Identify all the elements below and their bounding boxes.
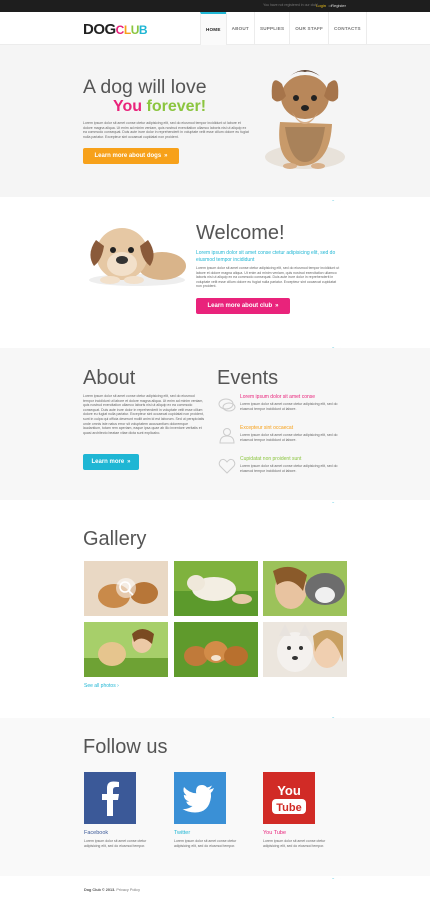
facebook-link[interactable]: Facebook xyxy=(84,830,108,836)
event-text-1: Lorem ipsum dolor sit amet conse ctetur … xyxy=(240,402,338,411)
welcome-heading: Welcome! xyxy=(196,222,285,244)
user-icon xyxy=(219,428,235,444)
register-note: You have not registered in our club! xyxy=(263,3,318,7)
logo-letter-c: C xyxy=(115,23,125,37)
chevron-right-icon: › xyxy=(117,683,119,689)
learn-more-club-label: Learn more about club xyxy=(207,303,273,309)
double-chevron-right-icon: » xyxy=(164,153,168,159)
top-bar: You have not registered in our club! Log… xyxy=(0,0,430,12)
youtube-link[interactable]: You Tube xyxy=(263,830,286,836)
learn-more-club-button[interactable]: Learn more about club » xyxy=(196,298,290,314)
youtube-text: Lorem ipsum dolor sit amet conse ctetur … xyxy=(263,839,326,848)
bulldog-puppy-image xyxy=(89,228,186,286)
youtube-icon[interactable]: You Tube xyxy=(263,772,315,824)
facebook-text: Lorem ipsum dolor sit amet conse ctetur … xyxy=(84,839,147,848)
gallery-photo-5[interactable] xyxy=(174,622,258,677)
gallery-photo-3[interactable] xyxy=(263,561,347,616)
learn-more-dogs-button[interactable]: Learn more about dogs » xyxy=(83,148,179,164)
event-title-3[interactable]: Cupidatat non proident sunt xyxy=(240,456,301,462)
hero-you: You xyxy=(113,98,143,115)
event-text-3: Lorem ipsum dolor sit amet conse ctetur … xyxy=(240,464,338,473)
logo[interactable]: DOGCLUB xyxy=(83,21,148,38)
twitter-link[interactable]: Twitter xyxy=(174,830,190,836)
about-text: Lorem ipsum dolor sit amet conse ctetur … xyxy=(83,394,205,435)
events-heading: Events xyxy=(217,367,279,389)
gallery-heading: Gallery xyxy=(83,528,147,550)
facebook-icon[interactable] xyxy=(84,772,136,824)
logo-letter-u: U xyxy=(130,23,140,37)
event-title-1[interactable]: Lorem ipsum dolor sit amet conse xyxy=(240,394,315,400)
footer-copyright-text: Dog Club © 2013. xyxy=(84,888,116,892)
see-all-photos-link[interactable]: See all photos › xyxy=(84,683,119,689)
event-title-2[interactable]: Excepteur sint occaecat xyxy=(240,425,293,431)
double-chevron-right-icon: » xyxy=(127,459,131,465)
site-footer xyxy=(0,879,430,908)
twitter-text: Lorem ipsum dolor sit amet conse ctetur … xyxy=(174,839,237,848)
nav-our-staff[interactable]: OUR STAFF xyxy=(289,12,328,45)
learn-more-dogs-label: Learn more about dogs xyxy=(94,153,162,159)
hero-forever: forever! xyxy=(146,98,207,115)
follow-heading: Follow us xyxy=(83,736,168,758)
site-header: DOGCLUB HOME ABOUT SUPPLIES OUR STAFF CO… xyxy=(0,12,430,45)
gallery-photo-1[interactable] xyxy=(84,561,168,616)
logo-letter-l: L xyxy=(123,23,131,37)
gallery-photo-6[interactable] xyxy=(263,622,347,677)
hero-subtitle: You forever! xyxy=(113,97,206,117)
about-events-section xyxy=(0,348,430,500)
double-chevron-right-icon: » xyxy=(275,303,279,309)
hero-text: Lorem ipsum dolor sit amet conse ctetur … xyxy=(83,121,249,139)
welcome-lead: Lorem ipsum dolor sit amet conse ctetur … xyxy=(196,250,336,263)
main-nav: HOME ABOUT SUPPLIES OUR STAFF CONTACTS xyxy=(200,12,367,45)
about-heading: About xyxy=(83,367,136,389)
event-text-2: Lorem ipsum dolor sit amet conse ctetur … xyxy=(240,433,338,442)
chat-icon xyxy=(218,398,236,412)
hero-title: A dog will love xyxy=(83,76,207,98)
logo-letter-b: B xyxy=(138,23,148,37)
nav-about[interactable]: ABOUT xyxy=(225,12,254,45)
see-all-photos-label: See all photos xyxy=(84,683,116,689)
logo-dog: DOG xyxy=(83,21,116,38)
privacy-policy-link[interactable]: Privacy Policy xyxy=(116,888,140,892)
welcome-text: Lorem ipsum dolor sit amet conse ctetur … xyxy=(196,266,340,289)
nav-contacts[interactable]: CONTACTS xyxy=(328,12,367,45)
nav-home[interactable]: HOME xyxy=(200,12,226,45)
yorkie-dog-image xyxy=(265,70,345,169)
gallery-photo-2[interactable] xyxy=(174,561,258,616)
svg-text:Tube: Tube xyxy=(276,802,301,814)
learn-more-label: Learn more xyxy=(91,459,125,465)
nav-supplies[interactable]: SUPPLIES xyxy=(253,12,289,45)
heart-icon xyxy=(218,458,236,474)
twitter-icon[interactable] xyxy=(174,772,226,824)
footer-copyright: Dog Club © 2013. Privacy Policy xyxy=(84,888,140,892)
svg-text:You: You xyxy=(277,783,301,798)
learn-more-button[interactable]: Learn more » xyxy=(83,454,139,470)
gallery-photo-4[interactable] xyxy=(84,622,168,677)
register-link[interactable]: Register xyxy=(331,3,346,8)
login-link[interactable]: Login xyxy=(316,3,326,8)
